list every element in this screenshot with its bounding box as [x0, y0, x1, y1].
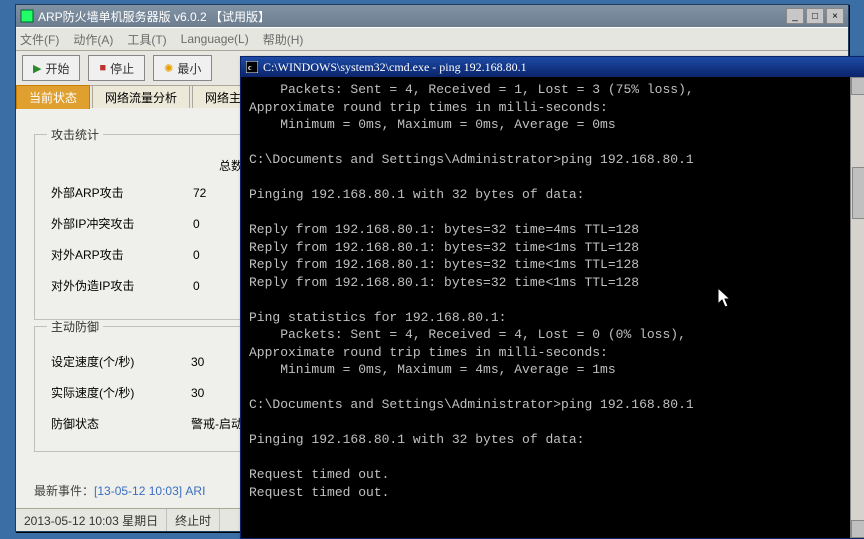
scroll-up-button[interactable]: ▲ — [851, 77, 864, 95]
menu-file[interactable]: 文件(F) — [20, 31, 59, 48]
window-title: ARP防火墙单机服务器版 v6.0.2 【试用版】 — [38, 8, 786, 25]
stop-label: 停止 — [110, 60, 134, 77]
sun-icon: ✺ — [164, 62, 173, 75]
table-row: 防御状态警戒-启动 — [49, 409, 245, 438]
app-icon — [20, 9, 34, 23]
menu-help[interactable]: 帮助(H) — [263, 31, 304, 48]
status-end: 终止时 — [167, 509, 220, 531]
status-time: 2013-05-12 10:03 星期日 — [16, 509, 167, 531]
scroll-thumb[interactable] — [852, 167, 864, 219]
attack-stats-panel: 攻击统计 总数 外部ARP攻击72 外部IP冲突攻击0 对外ARP攻击0 对外伪… — [34, 126, 260, 320]
cmd-titlebar[interactable]: c C:\WINDOWS\system32\cmd.exe - ping 192… — [241, 57, 864, 77]
menu-tools[interactable]: 工具(T) — [127, 31, 166, 48]
latest-event: 最新事件：[13-05-12 10:03] ARI — [34, 482, 205, 499]
table-row: 设定速度(个/秒)30 — [49, 347, 245, 376]
total-header: 总数 — [191, 155, 245, 176]
table-row: 对外ARP攻击0 — [49, 240, 245, 269]
minimize-tray-button[interactable]: ✺ 最小 — [153, 55, 212, 81]
cmd-icon: c — [245, 60, 259, 74]
stop-button[interactable]: ■ 停止 — [88, 55, 145, 81]
titlebar[interactable]: ARP防火墙单机服务器版 v6.0.2 【试用版】 _ □ × — [16, 5, 848, 27]
min-label: 最小 — [177, 60, 201, 77]
active-defense-panel: 主动防御 设定速度(个/秒)30 实际速度(个/秒)30 防御状态警戒-启动 — [34, 318, 260, 452]
menu-language[interactable]: Language(L) — [181, 32, 249, 46]
maximize-button[interactable]: □ — [806, 8, 824, 24]
active-defense-legend: 主动防御 — [47, 318, 103, 335]
tab-traffic-analysis[interactable]: 网络流量分析 — [92, 85, 190, 109]
attack-stats-legend: 攻击统计 — [47, 126, 103, 143]
table-row: 对外伪造IP攻击0 — [49, 271, 245, 300]
latest-event-text: [13-05-12 10:03] ARI — [94, 484, 205, 498]
cmd-window: c C:\WINDOWS\system32\cmd.exe - ping 192… — [240, 56, 864, 539]
stop-icon: ■ — [99, 62, 106, 74]
table-row: 实际速度(个/秒)30 — [49, 378, 245, 407]
menu-action[interactable]: 动作(A) — [73, 31, 113, 48]
cmd-scrollbar[interactable]: ▲ ▼ — [850, 77, 864, 538]
cmd-output[interactable]: Packets: Sent = 4, Received = 1, Lost = … — [243, 77, 851, 536]
start-label: 开始 — [45, 60, 69, 77]
start-button[interactable]: ▶ 开始 — [22, 55, 80, 81]
table-row: 外部IP冲突攻击0 — [49, 209, 245, 238]
table-row: 外部ARP攻击72 — [49, 178, 245, 207]
minimize-button[interactable]: _ — [786, 8, 804, 24]
play-icon: ▶ — [33, 62, 41, 75]
latest-event-prefix: 最新事件： — [34, 484, 94, 498]
cmd-title: C:\WINDOWS\system32\cmd.exe - ping 192.1… — [263, 60, 527, 75]
attack-stats-table: 总数 外部ARP攻击72 外部IP冲突攻击0 对外ARP攻击0 对外伪造IP攻击… — [47, 153, 247, 302]
close-button[interactable]: × — [826, 8, 844, 24]
svg-text:c: c — [248, 63, 252, 72]
defense-table: 设定速度(个/秒)30 实际速度(个/秒)30 防御状态警戒-启动 — [47, 345, 247, 440]
tab-current-status[interactable]: 当前状态 — [16, 85, 90, 109]
menubar: 文件(F) 动作(A) 工具(T) Language(L) 帮助(H) — [16, 27, 848, 51]
scroll-down-button[interactable]: ▼ — [851, 520, 864, 538]
